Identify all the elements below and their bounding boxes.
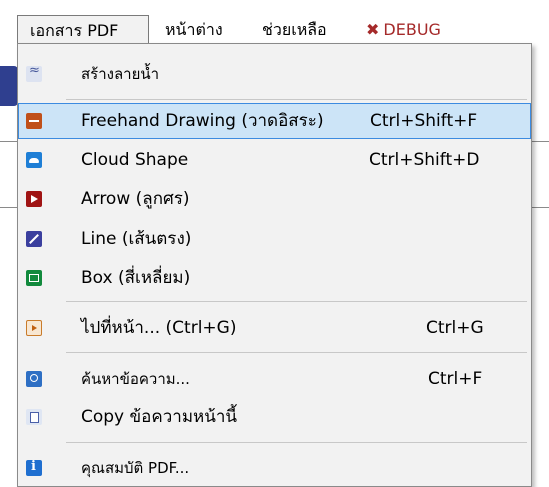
menu-item-label: Box (สี่เหลี่ยม) — [81, 268, 191, 288]
menu-debug-label: DEBUG — [383, 20, 441, 39]
menu-item-label: Arrow (ลูกศร) — [81, 189, 190, 209]
menu-window[interactable]: หน้าต่าง — [153, 15, 235, 44]
menu-item-copy-page-text[interactable]: Copy ข้อความหน้านี้ — [18, 399, 531, 435]
menu-item-cloud-shape[interactable]: Cloud Shape Ctrl+Shift+D — [18, 142, 531, 178]
search-icon — [26, 371, 42, 387]
goto-page-icon — [26, 320, 42, 336]
menu-item-line[interactable]: Line (เส้นตรง) — [18, 221, 531, 257]
menu-help[interactable]: ช่วยเหลือ — [250, 15, 339, 44]
menu-item-arrow[interactable]: Arrow (ลูกศร) — [18, 181, 531, 217]
copy-icon — [26, 409, 42, 425]
menu-item-goto-page[interactable]: ไปที่หน้า... (Ctrl+G) Ctrl+G — [18, 310, 531, 346]
menu-item-create-watermark[interactable]: สร้างลายน้ำ — [18, 56, 531, 92]
menu-debug[interactable]: ✖ DEBUG — [354, 15, 453, 44]
menu-item-shortcut: Ctrl+Shift+D — [369, 150, 480, 170]
freehand-icon — [26, 113, 42, 129]
menu-item-label: Cloud Shape — [81, 150, 189, 170]
document-pdf-dropdown: สร้างลายน้ำ Freehand Drawing (วาดอิสระ) … — [17, 43, 532, 487]
menu-item-label: คุณสมบัติ PDF... — [81, 459, 190, 477]
cloud-icon — [26, 152, 42, 168]
background-divider — [0, 141, 18, 142]
menu-item-label: Freehand Drawing (วาดอิสระ) — [81, 111, 324, 131]
menu-bar: เอกสาร PDF หน้าต่าง ช่วยเหลือ ✖ DEBUG — [0, 0, 549, 46]
menu-item-shortcut: Ctrl+G — [426, 318, 484, 338]
menu-separator — [66, 301, 527, 302]
info-icon — [26, 459, 42, 476]
menu-item-find-text[interactable]: ค้นหาข้อความ... Ctrl+F — [18, 361, 531, 397]
menu-item-box[interactable]: Box (สี่เหลี่ยม) — [18, 260, 531, 296]
background-divider — [0, 207, 18, 208]
menu-item-label: ไปที่หน้า... (Ctrl+G) — [81, 318, 237, 338]
menu-help-label: ช่วยเหลือ — [262, 20, 327, 39]
menu-separator — [66, 442, 527, 443]
menu-item-pdf-properties[interactable]: คุณสมบัติ PDF... — [18, 450, 531, 486]
menu-document-pdf-label: เอกสาร PDF — [30, 21, 119, 40]
tools-icon: ✖ — [366, 20, 380, 39]
menu-item-label: Copy ข้อความหน้านี้ — [81, 407, 238, 427]
menu-item-label: Line (เส้นตรง) — [81, 229, 192, 249]
menu-item-label: ค้นหาข้อความ... — [81, 370, 190, 388]
box-icon — [26, 270, 42, 286]
menu-item-freehand-drawing[interactable]: Freehand Drawing (วาดอิสระ) Ctrl+Shift+F — [18, 103, 531, 139]
menu-document-pdf[interactable]: เอกสาร PDF — [17, 15, 149, 44]
background-window-edge — [0, 66, 18, 106]
menu-item-shortcut: Ctrl+Shift+F — [370, 111, 478, 131]
arrow-icon — [26, 191, 42, 207]
menu-separator — [66, 99, 527, 100]
menu-item-shortcut: Ctrl+F — [428, 369, 483, 389]
background-divider — [531, 141, 549, 142]
menu-item-label: สร้างลายน้ำ — [81, 65, 160, 83]
menu-separator — [66, 352, 527, 353]
background-divider — [531, 207, 549, 208]
line-icon — [26, 231, 42, 247]
menu-window-label: หน้าต่าง — [165, 20, 223, 39]
watermark-icon — [26, 63, 42, 82]
